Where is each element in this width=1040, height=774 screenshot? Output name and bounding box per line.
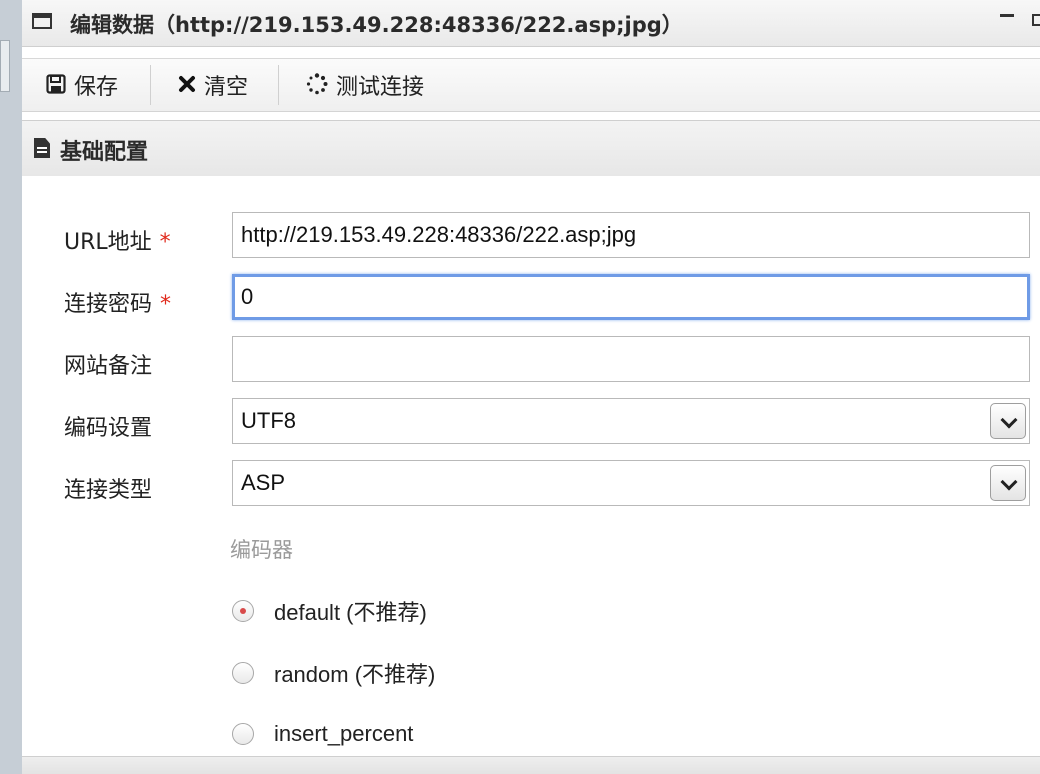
basic-config-header[interactable]: 基础配置	[22, 120, 1040, 177]
required-mark: *	[159, 230, 171, 255]
test-connection-button[interactable]: 测试连接	[306, 59, 424, 111]
password-input[interactable]	[232, 274, 1030, 320]
window-title: 编辑数据（http://219.153.49.228:48336/222.asp…	[70, 13, 683, 37]
chevron-down-icon[interactable]	[990, 465, 1026, 501]
next-section-header[interactable]	[22, 756, 1040, 774]
test-connection-label: 测试连接	[336, 75, 425, 100]
clear-button[interactable]: 清空	[178, 59, 248, 111]
save-button[interactable]: 保存	[46, 59, 118, 111]
radio-default[interactable]	[232, 600, 254, 622]
background-window-tab[interactable]	[0, 40, 10, 92]
note-input[interactable]	[232, 336, 1030, 382]
toolbar-separator	[278, 65, 279, 105]
connection-type-select[interactable]: ASP	[232, 460, 1030, 506]
toolbar: 保存 清空 测试连接	[22, 58, 1040, 112]
spinner-icon	[306, 72, 328, 98]
connection-type-select-value: ASP	[241, 470, 286, 495]
window-icon	[32, 13, 52, 29]
encoding-label: 编码设置	[64, 416, 153, 441]
clear-button-label: 清空	[204, 75, 249, 100]
section-title: 基础配置	[60, 140, 149, 165]
edit-data-dialog: 编辑数据（http://219.153.49.228:48336/222.asp…	[22, 0, 1040, 774]
encoding-select[interactable]: UTF8	[232, 398, 1030, 444]
radio-random[interactable]	[232, 662, 254, 684]
note-label: 网站备注	[64, 354, 153, 379]
chevron-down-icon[interactable]	[990, 403, 1026, 439]
basic-config-form: URL地址 * 连接密码 * 网站备注 编码设置 UTF8 连接类型 ASP 编码器…	[22, 176, 1040, 774]
url-input[interactable]	[232, 212, 1030, 258]
floppy-disk-icon	[46, 73, 66, 97]
close-icon	[178, 75, 196, 96]
maximize-icon[interactable]	[1032, 14, 1040, 26]
required-mark: *	[160, 292, 172, 317]
password-label-text: 连接密码	[64, 292, 153, 317]
toolbar-separator	[150, 65, 151, 105]
titlebar[interactable]: 编辑数据（http://219.153.49.228:48336/222.asp…	[22, 0, 1040, 47]
url-label-text: URL地址	[64, 230, 152, 255]
encoder-option-random[interactable]: random (不推荐)	[232, 658, 435, 688]
password-label: 连接密码 *	[64, 286, 171, 318]
minimize-icon[interactable]	[1000, 14, 1014, 17]
encoder-option-label: insert_percent	[274, 721, 414, 746]
connection-type-label: 连接类型	[64, 478, 153, 503]
url-label: URL地址 *	[64, 224, 171, 256]
background-window-strip	[0, 0, 23, 774]
save-button-label: 保存	[74, 75, 119, 100]
encoder-group-label: 编码器	[230, 538, 293, 562]
encoder-option-label: random (不推荐)	[274, 662, 436, 687]
encoding-select-value: UTF8	[241, 408, 296, 433]
encoder-option-label: default (不推荐)	[274, 600, 427, 625]
encoder-option-insert-percent[interactable]: insert_percent	[232, 719, 413, 749]
document-icon	[34, 138, 50, 158]
encoder-option-default[interactable]: default (不推荐)	[232, 596, 427, 626]
radio-insert-percent[interactable]	[232, 723, 254, 745]
